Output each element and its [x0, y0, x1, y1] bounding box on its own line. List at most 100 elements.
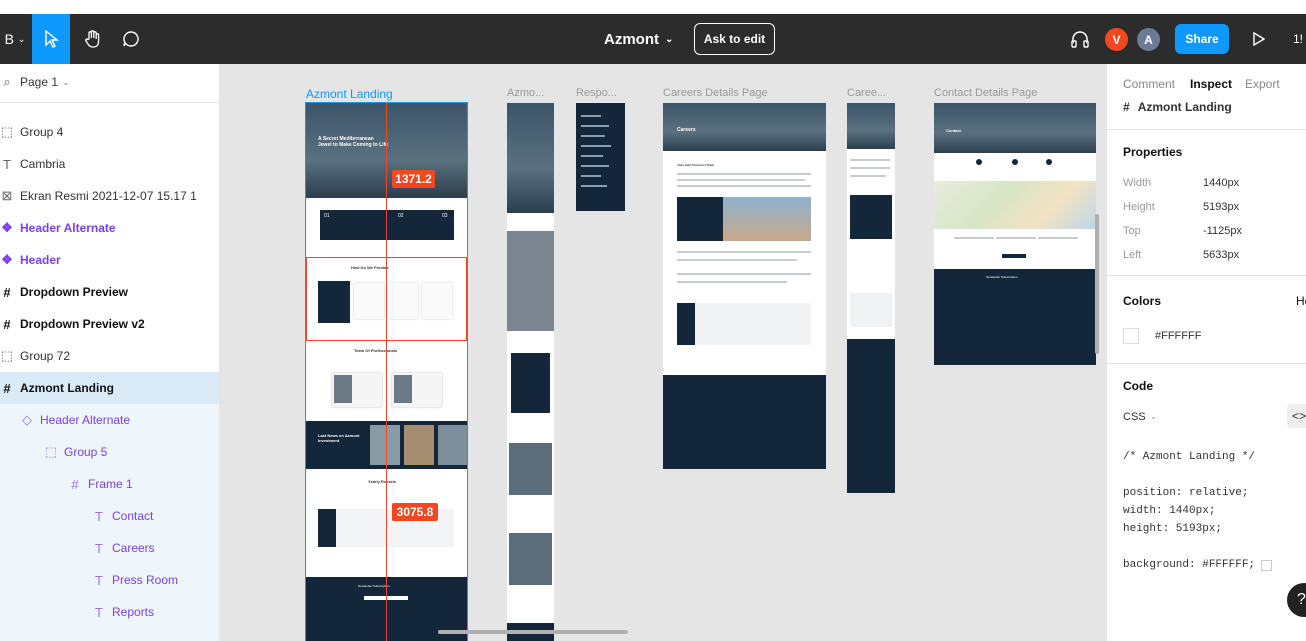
prop-value[interactable]: 5633px	[1203, 249, 1239, 261]
frame-label[interactable]: Azmont Landing	[306, 87, 393, 101]
layer-row[interactable]: T Reports	[0, 596, 219, 628]
apply-card	[850, 195, 892, 239]
share-button[interactable]: Share	[1175, 24, 1229, 54]
layer-row[interactable]: # Frame 1	[0, 468, 219, 500]
form-field	[996, 237, 1036, 239]
tab-comment[interactable]: Comment	[1123, 77, 1175, 91]
text-line	[677, 179, 805, 181]
layer-row[interactable]: ❖ Header Alternate	[0, 212, 219, 244]
news-card	[404, 425, 434, 465]
move-tool-button[interactable]	[32, 14, 70, 64]
layer-label: Reports	[112, 605, 155, 619]
text-line	[677, 251, 811, 253]
layer-row[interactable]: T Contact	[0, 500, 219, 532]
play-icon	[1253, 32, 1265, 46]
photo-cards	[507, 231, 554, 331]
hand-tool-button[interactable]	[75, 14, 111, 64]
layer-label: Dropdown Preview v2	[20, 317, 145, 331]
job-title: Jobs with Portonovi Team	[677, 163, 715, 167]
frame-label[interactable]: Contact Details Page	[934, 87, 1037, 99]
present-button[interactable]	[1246, 14, 1272, 64]
careers-details-frame[interactable]: Careers Jobs with Portonovi Team	[663, 103, 826, 469]
audio-button[interactable]	[1066, 14, 1094, 64]
layer-label: Press Room	[112, 573, 179, 587]
prop-label: Height	[1123, 201, 1155, 213]
help-icon[interactable]: ?	[1287, 583, 1306, 617]
prop-value[interactable]: 1440px	[1203, 177, 1239, 189]
color-swatch[interactable]	[1123, 328, 1139, 344]
layer-label: Header Alternate	[40, 413, 131, 427]
news-card	[438, 425, 467, 465]
frame-label[interactable]: Azmo...	[507, 87, 544, 99]
layer-row[interactable]: ◇ Header Alternate	[0, 404, 219, 436]
layer-row[interactable]: # Dropdown Preview	[0, 276, 219, 308]
layer-row[interactable]: ⊠ Ekran Resmi 2021-12-07 15.17 1	[0, 180, 219, 212]
layer-row[interactable]: T Press Room	[0, 564, 219, 596]
main-menu-button[interactable]: B ⌄	[0, 14, 30, 64]
vertical-scrollbar[interactable]	[1095, 214, 1099, 354]
menu-line	[581, 155, 603, 157]
horizontal-scrollbar[interactable]	[438, 630, 628, 634]
measure-badge: 3075.8	[392, 503, 438, 521]
team-photo	[509, 443, 552, 495]
text-line	[677, 281, 787, 283]
layer-row[interactable]: T Cambria	[0, 148, 219, 180]
code-line: width: 1440px;	[1123, 505, 1216, 517]
group-icon: ⬚	[44, 444, 58, 459]
tab-inspect[interactable]: Inspect	[1190, 77, 1232, 91]
frame-icon: #	[3, 316, 11, 332]
image-icon: ⊠	[1, 188, 13, 203]
comment-icon	[123, 31, 139, 47]
divider	[1107, 275, 1306, 276]
prop-value[interactable]: 5193px	[1203, 201, 1239, 213]
chevron-down-icon: ⌄	[62, 76, 70, 87]
team-title: Team Of Professionals	[354, 348, 398, 353]
careers-heading: Careers	[677, 127, 696, 133]
layer-row[interactable]: T Careers	[0, 532, 219, 564]
layer-label: Group 72	[20, 349, 71, 363]
avatar[interactable]: V	[1105, 28, 1128, 51]
avatar[interactable]: A	[1137, 28, 1160, 51]
tab-export[interactable]: Export	[1245, 77, 1280, 91]
text-icon: T	[95, 572, 103, 588]
code-language-select[interactable]: CSS ⌄	[1123, 411, 1157, 423]
hero-text: A Secret Mediterranean Jewel to Make Com…	[318, 136, 389, 148]
careers-mobile-frame[interactable]	[847, 103, 895, 493]
card-label: 03	[442, 213, 448, 219]
menu-line	[581, 165, 609, 167]
layer-row[interactable]: ⬚ Group 5	[0, 436, 219, 468]
headphones-icon	[1071, 31, 1089, 48]
color-value[interactable]: #FFFFFF	[1155, 330, 1201, 342]
menu-line	[581, 125, 609, 127]
contact-details-frame[interactable]: Contact Newsletter Subscription	[934, 103, 1096, 365]
azmont-mobile-frame[interactable]	[507, 103, 554, 641]
layer-label: Group 4	[20, 125, 64, 139]
prop-label: Left	[1123, 249, 1142, 261]
inspect-panel: Comment Inspect Export # Azmont Landing P…	[1106, 64, 1306, 641]
text-line	[677, 273, 811, 275]
divider	[1107, 363, 1306, 364]
frame-label[interactable]: Respo...	[576, 87, 617, 99]
service-card	[354, 283, 384, 319]
page-selector[interactable]: ⌕ Page 1 ⌄	[0, 66, 219, 98]
layer-row[interactable]: ⬚ Group 4	[0, 116, 219, 148]
code-view-icon[interactable]: <>	[1287, 404, 1306, 428]
measure-badge: 1371.2	[392, 170, 435, 188]
prop-value[interactable]: -1125px	[1203, 225, 1242, 237]
code-line: background: #FFFFFF;	[1123, 559, 1256, 571]
layer-row[interactable]: ❖ Header	[0, 244, 219, 276]
frame-label[interactable]: Caree...	[847, 87, 886, 99]
responsive-menu-frame[interactable]	[576, 103, 625, 211]
ask-to-edit-button[interactable]: Ask to edit	[694, 23, 775, 55]
layer-row[interactable]: ⬚ Group 72	[0, 340, 219, 372]
file-title[interactable]: Azmont ⌄	[604, 14, 673, 64]
zoom-level[interactable]: 1!	[1290, 14, 1306, 64]
map-image	[934, 181, 1096, 229]
design-canvas[interactable]: Azmont Landing Azmo... Respo... Careers …	[220, 64, 1106, 641]
comment-tool-button[interactable]	[113, 14, 149, 64]
layer-row[interactable]: # Dropdown Preview v2	[0, 308, 219, 340]
frame-label[interactable]: Careers Details Page	[663, 87, 768, 99]
colors-title: Colors	[1123, 294, 1162, 308]
prop-label: Width	[1123, 177, 1152, 189]
layer-row-selected[interactable]: # Azmont Landing	[0, 372, 219, 404]
